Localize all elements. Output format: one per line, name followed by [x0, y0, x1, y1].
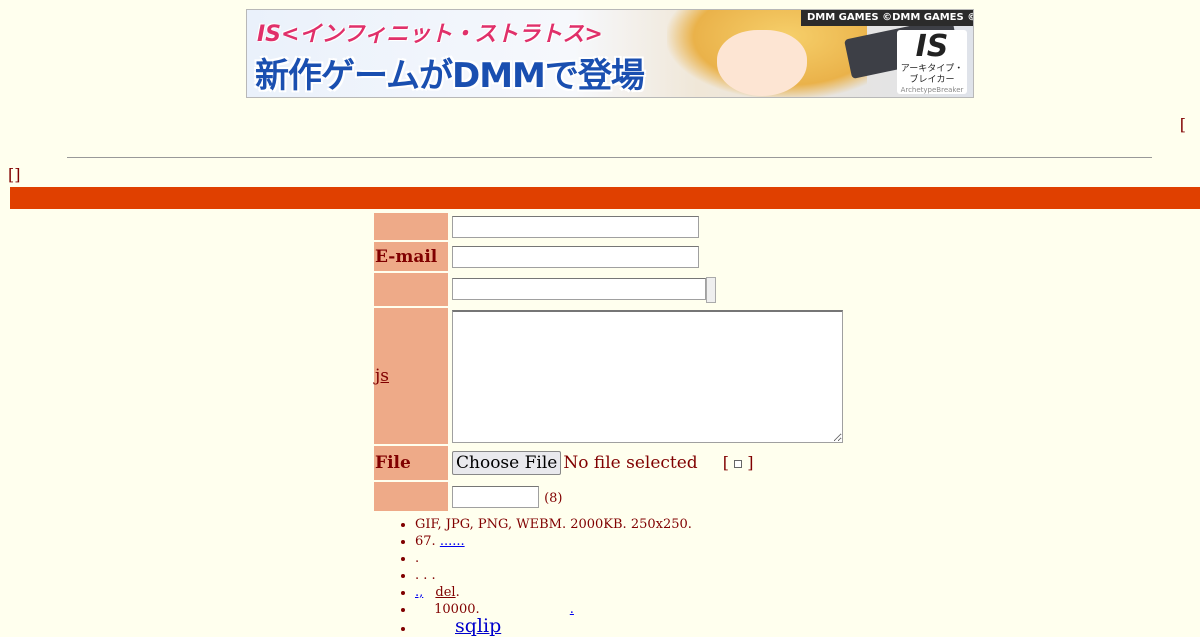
list-item: 67. ......: [415, 533, 692, 550]
choose-file-button[interactable]: Choose File: [452, 451, 562, 475]
banner-logo-mark: IS: [915, 29, 949, 64]
return-link[interactable]: []: [8, 165, 20, 184]
list-item: ., del.: [415, 584, 692, 601]
email-label: E-mail: [374, 242, 448, 271]
note-line5-end: .: [455, 585, 460, 600]
horizontal-divider: [67, 157, 1152, 158]
list-item: sqlip: [415, 615, 692, 637]
note-line4: . . .: [415, 568, 436, 583]
file-label: File: [374, 446, 448, 480]
banner-dmm-bar: DMM GAMES ©DMM GAMES ©I,O/I: [801, 10, 973, 26]
name-label: [374, 213, 448, 240]
password-label: [374, 482, 448, 511]
advertisement-banner[interactable]: IS<インフィニット・ストラトス> 新作ゲームがDMMで登場 DMM GAMES…: [246, 9, 974, 98]
comment-textarea[interactable]: [452, 309, 843, 443]
post-form: E-mail js File Choose File No file select…: [372, 211, 847, 513]
note-line3: .: [415, 551, 420, 566]
password-input[interactable]: [452, 485, 539, 508]
banner-headline: 新作ゲームがDMMで登場: [255, 56, 645, 96]
banner-character-face: [717, 30, 807, 96]
note-link[interactable]: .,: [415, 585, 423, 600]
top-right-nav: [: [1180, 114, 1200, 134]
del-link[interactable]: del: [435, 585, 455, 600]
comment-label: js: [374, 308, 448, 444]
banner-logo: IS アーキタイプ・ブレイカー ArchetypeBreaker: [897, 30, 967, 94]
sqlip-link[interactable]: sqlip: [455, 615, 501, 637]
note-limit-link[interactable]: .: [570, 602, 574, 617]
note-count-link[interactable]: ......: [440, 534, 465, 549]
email-input[interactable]: [452, 245, 699, 268]
list-item: . . .: [415, 567, 692, 584]
note-blank-link[interactable]: [415, 605, 430, 618]
banner-logo-subtitle-en: ArchetypeBreaker: [900, 86, 964, 94]
banner-brand-text: IS<インフィニット・ストラトス>: [257, 22, 603, 47]
subject-label: [374, 273, 448, 306]
name-input[interactable]: [452, 215, 699, 238]
textonly-bracket-open: [: [722, 453, 730, 472]
post-mode-bar: [10, 187, 1200, 209]
posting-notes: GIF, JPG, PNG, WEBM. 2000KB. 250x250. 67…: [374, 516, 692, 637]
list-item: GIF, JPG, PNG, WEBM. 2000KB. 250x250.: [415, 516, 692, 533]
js-link[interactable]: js: [375, 366, 389, 386]
password-hint: (8): [544, 490, 563, 506]
note-file-types: GIF, JPG, PNG, WEBM. 2000KB. 250x250.: [415, 517, 692, 532]
note-count: 67.: [415, 534, 436, 549]
file-status: No file selected: [563, 453, 698, 473]
textonly-bracket-close: ]: [747, 453, 754, 472]
subject-input[interactable]: [452, 278, 706, 300]
password-link[interactable]: [602, 496, 624, 508]
submit-button[interactable]: [706, 276, 716, 303]
banner-logo-subtitle: アーキタイプ・ブレイカー: [900, 64, 964, 85]
list-item: .: [415, 550, 692, 567]
top-right-link[interactable]: [1186, 114, 1200, 130]
textonly-checkbox[interactable]: [734, 459, 743, 468]
